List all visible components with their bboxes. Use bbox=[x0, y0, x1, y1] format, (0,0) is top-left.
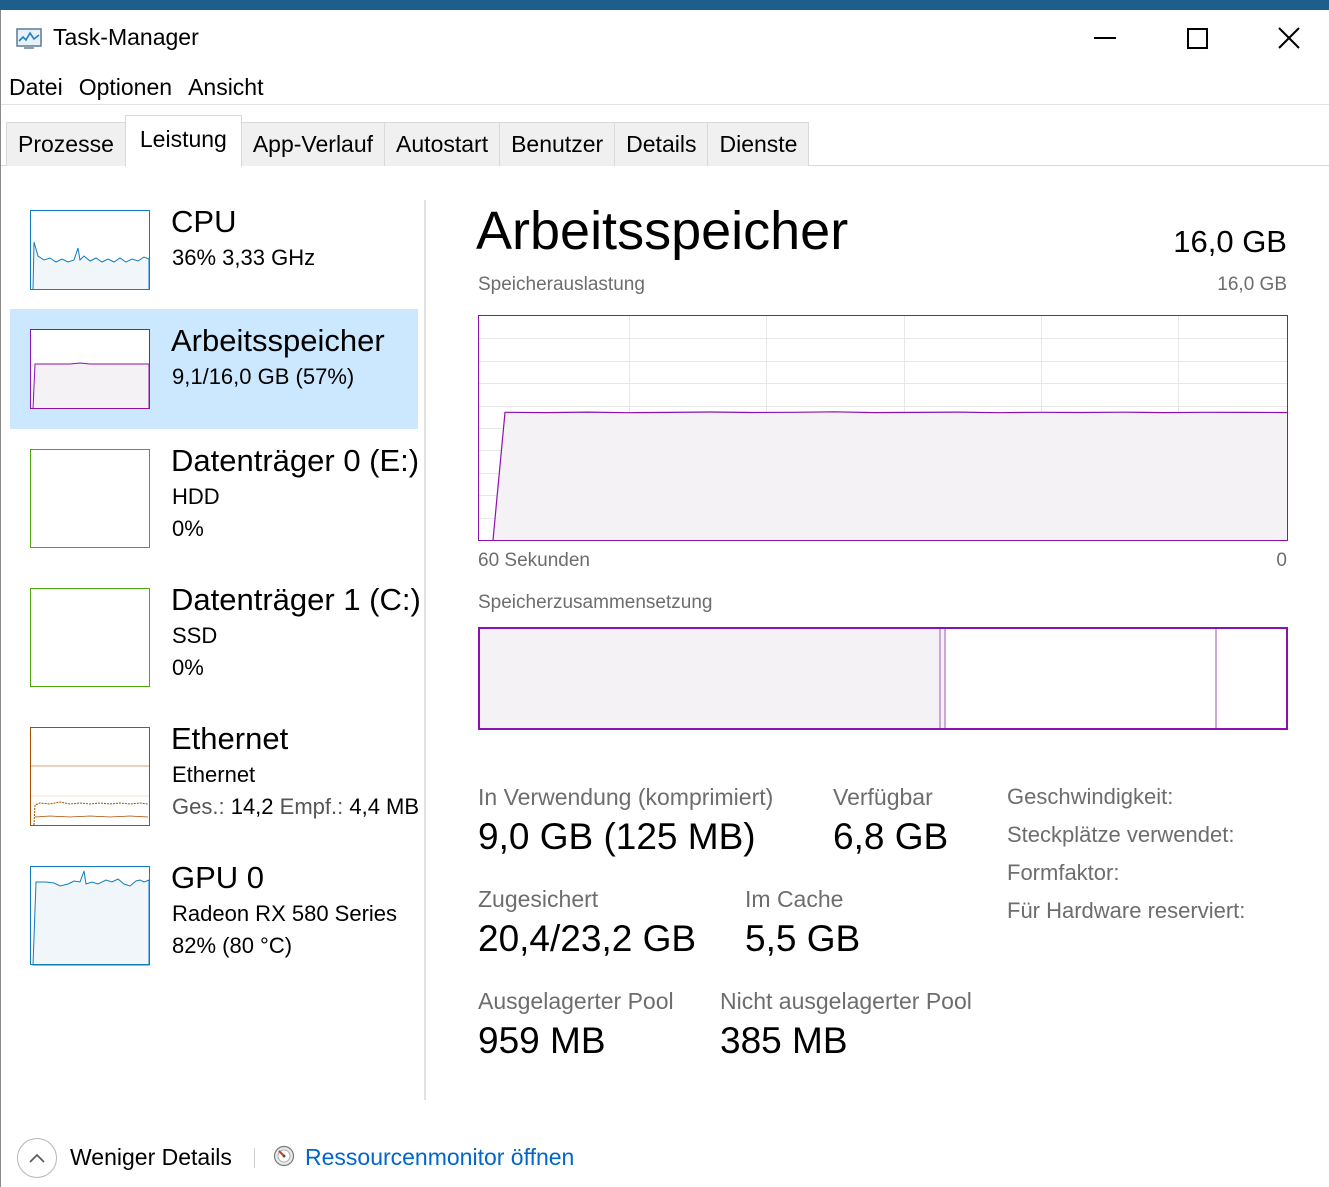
committed-value: 20,4/23,2 GB bbox=[478, 918, 697, 959]
close-icon bbox=[1278, 27, 1300, 49]
disk-0-thumbnail-graph bbox=[30, 449, 150, 548]
tab-prozesse[interactable]: Prozesse bbox=[6, 122, 126, 166]
fewer-details-button[interactable] bbox=[17, 1138, 57, 1178]
close-button[interactable] bbox=[1243, 10, 1329, 66]
sidebar-item-type: HDD bbox=[172, 484, 220, 509]
maximize-icon bbox=[1186, 27, 1208, 49]
sidebar-item-cpu[interactable]: CPU 36% 3,33 GHz bbox=[10, 190, 418, 310]
cached-value: 5,5 GB bbox=[745, 918, 861, 959]
menu-datei[interactable]: Datei bbox=[1, 72, 71, 104]
minimize-button[interactable] bbox=[1059, 10, 1151, 66]
tab-leistung[interactable]: Leistung bbox=[124, 115, 242, 167]
tab-details[interactable]: Details bbox=[614, 122, 709, 166]
minimize-icon bbox=[1094, 37, 1116, 39]
sidebar-item-memory[interactable]: Arbeitsspeicher 9,1/16,0 GB (57%) bbox=[10, 309, 418, 429]
memory-usage-graph bbox=[478, 315, 1288, 541]
maximize-button[interactable] bbox=[1151, 10, 1243, 66]
memory-usage-area bbox=[493, 411, 1287, 540]
usage-graph-max: 16,0 GB bbox=[1217, 274, 1287, 295]
resource-monitor-link[interactable]: Ressourcenmonitor öffnen bbox=[305, 1144, 574, 1171]
sidebar-item-detail: 36% 3,33 GHz bbox=[172, 245, 316, 270]
sidebar-item-gpu-0[interactable]: GPU 0 Radeon RX 580 Series 82% (80 °C) bbox=[10, 846, 418, 966]
form-factor-label: Formfaktor: bbox=[1007, 860, 1120, 885]
footer-separator bbox=[254, 1148, 255, 1168]
sidebar-item-type: SSD bbox=[172, 623, 218, 648]
resource-monitor-icon bbox=[273, 1145, 295, 1167]
time-axis-left: 60 Sekunden bbox=[478, 550, 590, 571]
ethernet-received-label: Empf.: bbox=[279, 794, 344, 819]
composition-label: Speicherzusammensetzung bbox=[478, 592, 713, 613]
sidebar-item-label: Datenträger 1 (C:) bbox=[171, 582, 421, 617]
disk-1-thumbnail-graph bbox=[30, 588, 150, 687]
cpu-thumbnail-graph bbox=[30, 210, 150, 290]
sidebar-item-detail: Ges.: 14,2 Empf.: 4,4 MB bbox=[172, 794, 418, 820]
tab-bar-top-divider bbox=[1, 104, 1329, 105]
footer: Weniger Details Ressourcenmonitor öffnen bbox=[1, 1130, 1329, 1187]
ethernet-thumbnail-graph bbox=[30, 727, 150, 826]
task-manager-app-icon bbox=[16, 28, 42, 49]
sidebar-item-detail: 0% bbox=[172, 516, 204, 541]
composition-in-use bbox=[480, 629, 940, 728]
nonpaged-pool-label: Nicht ausgelagerter Pool bbox=[720, 988, 972, 1014]
total-memory: 16,0 GB bbox=[1173, 224, 1287, 259]
in-use-value: 9,0 GB (125 MB) bbox=[478, 816, 756, 857]
memory-usage-plot bbox=[479, 316, 1288, 541]
available-label: Verfügbar bbox=[833, 784, 933, 810]
sidebar-item-label: Arbeitsspeicher bbox=[171, 323, 385, 358]
sidebar-item-label: GPU 0 bbox=[171, 860, 265, 895]
panel-title: Arbeitsspeicher bbox=[476, 201, 849, 261]
tab-benutzer[interactable]: Benutzer bbox=[499, 122, 616, 166]
sidebar-item-model: Radeon RX 580 Series bbox=[172, 901, 398, 926]
desktop-strip bbox=[0, 0, 1329, 10]
menu-optionen[interactable]: Optionen bbox=[71, 72, 180, 104]
sidebar-item-label: Ethernet bbox=[171, 721, 289, 756]
memory-thumbnail-graph bbox=[30, 329, 150, 409]
sidebar-item-disk-0[interactable]: Datenträger 0 (E:) HDD 0% bbox=[10, 429, 420, 549]
tab-app-verlauf[interactable]: App-Verlauf bbox=[240, 122, 386, 166]
gpu-thumbnail-graph bbox=[30, 866, 150, 966]
sidebar-item-detail: 9,1/16,0 GB (57%) bbox=[172, 364, 355, 389]
menu-bar: Datei Optionen Ansicht bbox=[1, 72, 272, 104]
panel-divider[interactable] bbox=[424, 200, 426, 1100]
memory-composition-bar bbox=[478, 627, 1288, 730]
in-use-label: In Verwendung (komprimiert) bbox=[478, 784, 774, 810]
speed-label: Geschwindigkeit: bbox=[1007, 784, 1174, 809]
usage-graph-label: Speicherauslastung bbox=[478, 274, 645, 295]
cached-label: Im Cache bbox=[745, 886, 844, 912]
sidebar-item-label: Datenträger 0 (E:) bbox=[171, 443, 420, 478]
paged-pool-label: Ausgelagerter Pool bbox=[478, 988, 674, 1014]
available-value: 6,8 GB bbox=[833, 816, 949, 857]
title-bar: Task-Manager bbox=[1, 10, 1329, 68]
sidebar-item-ethernet[interactable]: Ethernet Ethernet Ges.: 14,2 Empf.: 4,4 … bbox=[10, 707, 418, 827]
tab-dienste[interactable]: Dienste bbox=[707, 122, 810, 166]
sidebar-item-adapter: Ethernet bbox=[172, 762, 256, 787]
slots-label: Steckplätze verwendet: bbox=[1007, 822, 1235, 847]
fewer-details-label[interactable]: Weniger Details bbox=[70, 1144, 232, 1171]
hardware-reserved-label: Für Hardware reserviert: bbox=[1007, 898, 1246, 923]
paged-pool-value: 959 MB bbox=[478, 1020, 606, 1061]
sidebar-item-disk-1[interactable]: Datenträger 1 (C:) SSD 0% bbox=[10, 568, 421, 688]
ethernet-received-value: 4,4 MB bbox=[349, 794, 418, 819]
ethernet-sent-value: 14,2 bbox=[230, 794, 274, 819]
menu-ansicht[interactable]: Ansicht bbox=[180, 72, 271, 104]
window-title: Task-Manager bbox=[53, 24, 199, 50]
sidebar-item-label: CPU bbox=[171, 204, 237, 239]
ethernet-sent-label: Ges.: bbox=[172, 794, 225, 819]
performance-sidebar: CPU 36% 3,33 GHz Arbeitsspeicher 9,1/16,… bbox=[1, 167, 426, 1097]
tab-bar: Prozesse Leistung App-Verlauf Autostart … bbox=[1, 104, 1329, 167]
task-manager-window: Task-Manager Datei Optionen Ansicht Proz… bbox=[0, 10, 1329, 1187]
sidebar-item-detail: 0% bbox=[172, 655, 204, 680]
time-axis-right: 0 bbox=[1276, 550, 1287, 571]
chevron-up-icon bbox=[29, 1153, 45, 1163]
tab-autostart[interactable]: Autostart bbox=[384, 122, 501, 166]
sidebar-item-detail: 82% (80 °C) bbox=[172, 933, 293, 958]
committed-label: Zugesichert bbox=[478, 886, 599, 912]
nonpaged-pool-value: 385 MB bbox=[720, 1020, 848, 1061]
